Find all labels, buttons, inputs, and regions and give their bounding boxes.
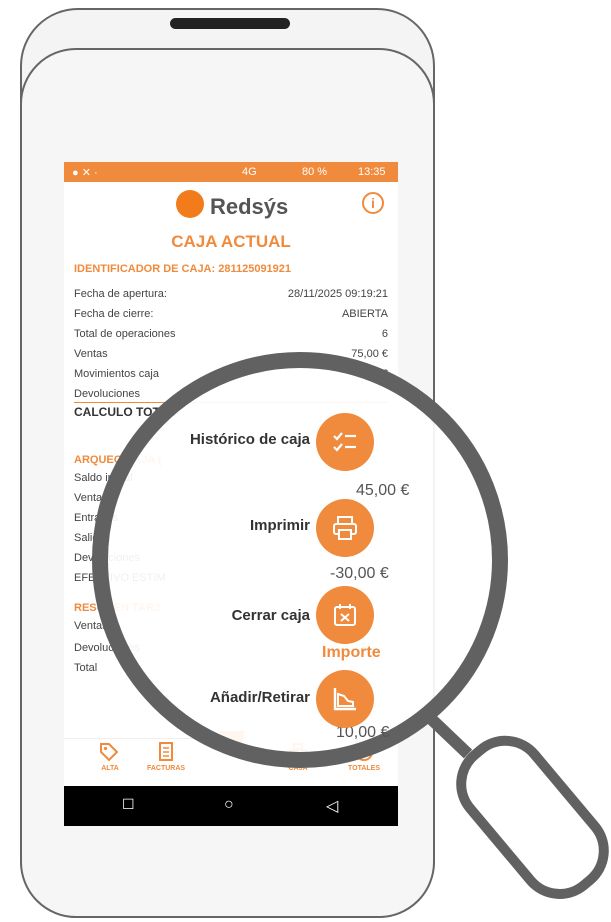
fab-label-cerrar: Cerrar caja — [231, 607, 310, 624]
checklist-icon — [333, 432, 356, 452]
anadir-retirar-button[interactable] — [316, 670, 374, 728]
importe-header: Importe — [322, 644, 381, 661]
calendar-close-icon — [334, 604, 356, 626]
lens-overlay-content: 45,00 € -30,00 € Importe 10,00 € Históri… — [0, 0, 611, 922]
chart-area-icon — [333, 688, 356, 711]
printer-icon — [333, 516, 357, 540]
amount-efectivo-estimado: -30,00 € — [330, 565, 389, 582]
fab-label-imprimir: Imprimir — [249, 517, 310, 534]
amount-ventas: 45,00 € — [356, 482, 410, 499]
imprimir-button[interactable] — [316, 499, 374, 557]
fab-label-historico: Histórico de caja — [189, 431, 310, 448]
fab-label-anadir: Añadir/Retirar — [209, 689, 310, 706]
historico-caja-button[interactable] — [316, 413, 374, 471]
cerrar-caja-button[interactable] — [316, 586, 374, 644]
